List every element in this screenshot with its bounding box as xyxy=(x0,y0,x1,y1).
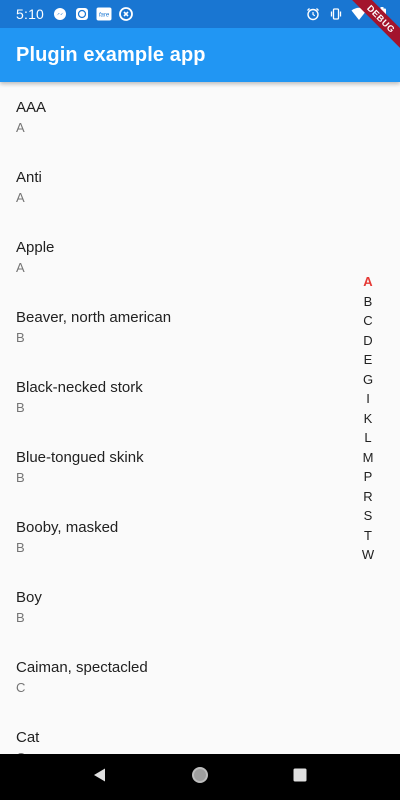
list-item[interactable]: Booby, masked B xyxy=(0,502,400,572)
back-button[interactable] xyxy=(80,757,120,797)
vpn-icon xyxy=(118,6,134,22)
list-item[interactable]: CatC xyxy=(0,712,400,754)
item-name: Apple xyxy=(16,239,55,256)
list-item[interactable]: Caiman, spectacled C xyxy=(0,642,400,712)
navigation-bar xyxy=(0,754,400,800)
index-letter-d[interactable]: D xyxy=(356,331,380,351)
status-bar: 5:10 fare xyxy=(0,0,400,28)
system-icons xyxy=(305,6,390,22)
home-button[interactable] xyxy=(180,757,220,797)
back-icon xyxy=(92,767,108,788)
item-section-tag: A xyxy=(16,120,25,135)
index-letter-e[interactable]: E xyxy=(356,350,380,370)
list-item[interactable]: Beaver, north american B xyxy=(0,292,400,362)
alarm-icon xyxy=(305,6,321,22)
notification-icons: fare xyxy=(52,6,134,22)
item-name: Beaver, north american xyxy=(16,309,172,326)
notification-face-icon xyxy=(74,6,90,22)
index-letter-s[interactable]: S xyxy=(356,506,380,526)
list-item[interactable]: AAA A xyxy=(0,82,400,152)
fare-app-icon: fare xyxy=(96,6,112,22)
app-bar: Plugin example app xyxy=(0,28,400,82)
list-item[interactable]: Black-necked stork B xyxy=(0,362,400,432)
app-screen: 5:10 fare Plugin example app DEBUG AAA A… xyxy=(0,0,400,800)
index-letter-p[interactable]: P xyxy=(356,467,380,487)
index-letter-t[interactable]: T xyxy=(356,526,380,546)
item-section-tag: A xyxy=(16,260,25,275)
item-name: Boy xyxy=(16,589,42,606)
status-time: 5:10 xyxy=(16,6,45,22)
item-section-tag: B xyxy=(16,330,25,345)
index-letter-b[interactable]: B xyxy=(356,292,380,312)
item-name: Black-necked stork xyxy=(16,379,143,396)
vibrate-icon xyxy=(328,6,344,22)
battery-icon xyxy=(374,6,390,22)
index-letter-r[interactable]: R xyxy=(356,487,380,507)
list-item[interactable]: Boy B xyxy=(0,572,400,642)
fare-label: fare xyxy=(99,13,110,19)
index-letter-w[interactable]: W xyxy=(356,545,380,565)
item-section-tag: B xyxy=(16,400,25,415)
index-letter-i[interactable]: I xyxy=(356,389,380,409)
item-name: AAA xyxy=(16,99,47,116)
list-item[interactable]: Apple A xyxy=(0,222,400,292)
messenger-icon xyxy=(52,6,68,22)
index-letter-l[interactable]: L xyxy=(356,428,380,448)
index-letter-g[interactable]: G xyxy=(356,370,380,390)
wifi-icon xyxy=(351,6,367,22)
app-title: Plugin example app xyxy=(16,43,206,66)
item-section-tag: A xyxy=(16,190,25,205)
item-name: Booby, masked xyxy=(16,519,119,536)
item-name: Anti xyxy=(16,169,42,186)
item-section-tag: B xyxy=(16,610,25,625)
contact-list[interactable]: AAA A Anti A Apple A Beaver, north american B Bl… xyxy=(0,82,400,754)
recents-button[interactable] xyxy=(280,757,320,797)
home-icon xyxy=(190,765,210,790)
item-section-tag: B xyxy=(16,540,25,555)
index-letter-c[interactable]: C xyxy=(356,311,380,331)
item-name: Caiman, spectacled xyxy=(16,659,148,676)
index-letter-a[interactable]: A xyxy=(356,272,380,292)
item-name: Blue-tongued skink xyxy=(16,449,144,466)
item-section-tag: C xyxy=(16,680,26,695)
alphabet-index-bar[interactable]: ABCDEGIKLMPRSTW xyxy=(356,272,380,565)
list-item[interactable]: Anti A xyxy=(0,152,400,222)
list-item[interactable]: Blue-tongued skink B xyxy=(0,432,400,502)
item-section-tag: B xyxy=(16,470,25,485)
index-letter-m[interactable]: M xyxy=(356,448,380,468)
index-letter-k[interactable]: K xyxy=(356,409,380,429)
recents-icon xyxy=(292,767,308,788)
item-name: Cat xyxy=(16,729,40,746)
